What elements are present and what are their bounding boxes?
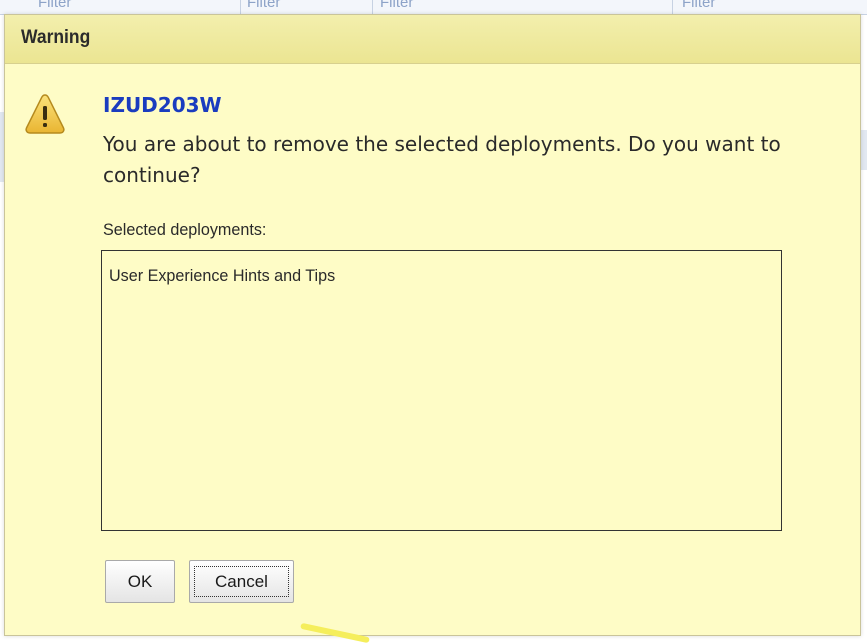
list-item: User Experience Hints and Tips: [109, 266, 336, 285]
warning-icon: [25, 94, 65, 134]
cancel-button-label: Cancel: [215, 571, 268, 591]
background-filter-3[interactable]: Filter: [380, 0, 413, 11]
background-filter-row: Filter Filter Filter Filter: [0, 0, 867, 15]
dialog-title: Warning: [21, 27, 91, 48]
background-filter-2[interactable]: Filter: [247, 0, 280, 11]
background-filter-4[interactable]: Filter: [682, 0, 715, 11]
ok-button[interactable]: OK: [105, 560, 175, 603]
selected-deployments-label: Selected deployments:: [103, 220, 267, 239]
cancel-button[interactable]: Cancel: [189, 560, 294, 603]
message-text: You are about to remove the selected dep…: [103, 132, 781, 187]
background-column-separator: [672, 0, 673, 14]
dialog-header: Warning: [5, 15, 860, 64]
background-column-separator: [240, 0, 241, 14]
selected-deployments-list[interactable]: User Experience Hints and Tips: [101, 250, 782, 531]
ok-button-label: OK: [127, 571, 153, 591]
message-id: IZUD203W: [103, 93, 222, 117]
background-column-separator: [372, 0, 373, 14]
page: Filter Filter Filter Filter Warning IZUD…: [0, 0, 867, 644]
background-filter-1[interactable]: Filter: [38, 0, 71, 11]
warning-dialog: Warning IZUD203W You are about to remove…: [4, 14, 861, 636]
